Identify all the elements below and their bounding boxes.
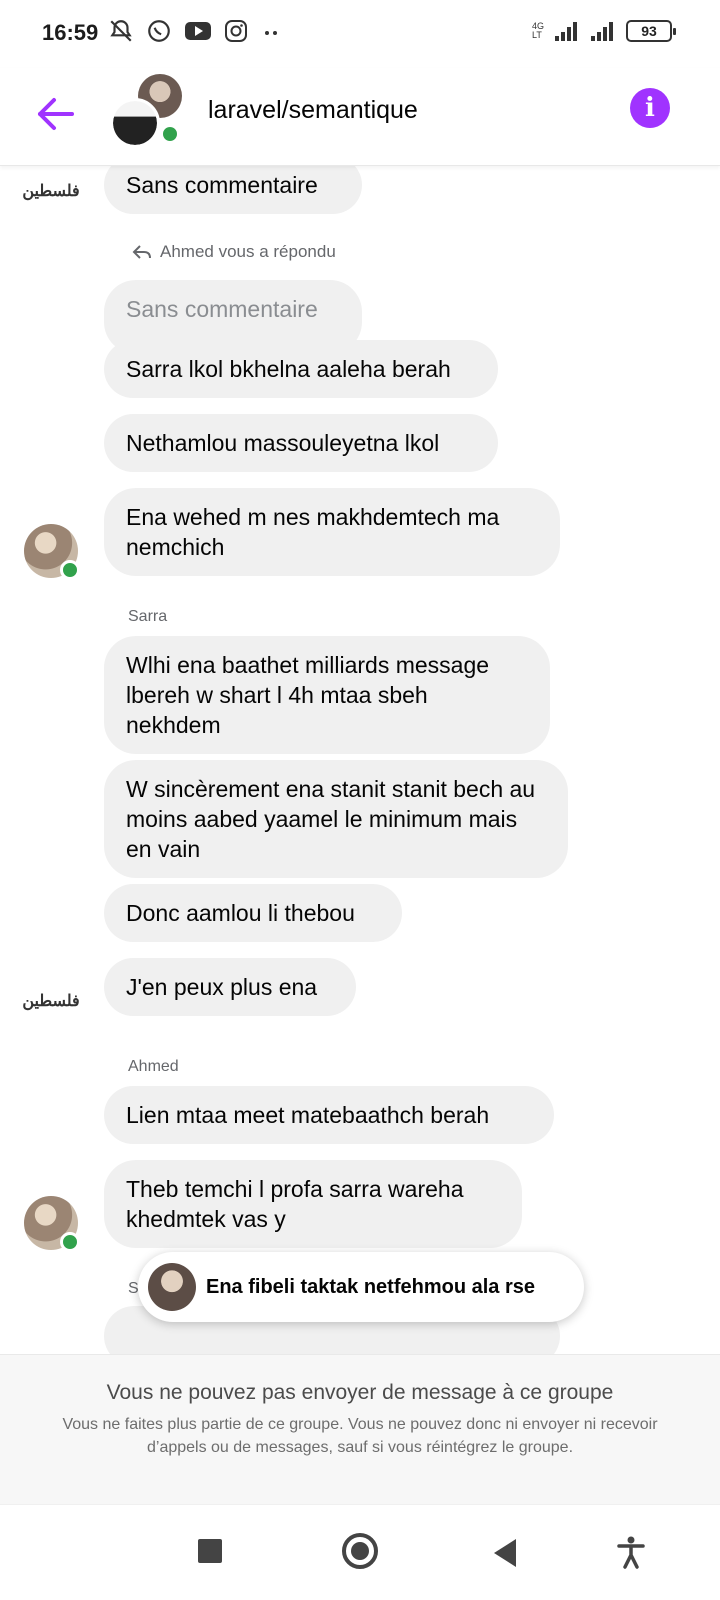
message-bubble[interactable]: W sincèrement ena stanit stanit bech au … (104, 760, 568, 878)
arrow-left-icon[interactable] (34, 92, 78, 136)
toast-avatar (148, 1263, 196, 1311)
group-member-photo-2 (110, 98, 160, 148)
notice-title: Vous ne pouvez pas envoyer de message à … (106, 1381, 614, 1404)
chat-header: laravel/semantique i (0, 68, 720, 166)
recent-apps-icon[interactable] (198, 1539, 222, 1563)
toast-text: Ena fibeli taktak netfehmou ala rse (206, 1275, 535, 1298)
status-bar: 16:59 4G LT 93 (0, 0, 720, 68)
message-bubble[interactable]: Sans commentaire (104, 166, 362, 214)
avatar[interactable] (24, 524, 80, 580)
battery-icon: 93 (626, 20, 676, 42)
message-bubble[interactable]: Donc aamlou li thebou (104, 884, 402, 942)
reply-note-text: Ahmed vous a répondu (160, 242, 336, 261)
reply-note: Ahmed vous a répondu (132, 242, 336, 262)
message-bubble[interactable]: J'en peux plus ena (104, 958, 356, 1016)
sender-name: Sarra (128, 608, 168, 625)
status-icons-right: 4G LT 93 (532, 20, 676, 42)
signal-icon (555, 22, 577, 41)
instagram-icon (225, 20, 247, 42)
network-label-bottom: LT (531, 30, 542, 40)
notifications-off-icon (110, 20, 132, 42)
message-bubble[interactable]: Theb temchi l profa sarra wareha khedmte… (104, 1160, 522, 1248)
online-indicator (60, 560, 80, 580)
system-nav-bar (0, 1504, 720, 1600)
message-bubble[interactable]: Sarra lkol bkhelna aaleha berah (104, 340, 498, 398)
group-left-notice: Vous ne pouvez pas envoyer de message à … (0, 1354, 720, 1504)
avatar[interactable]: فلسطين (22, 974, 81, 1028)
message-bubble[interactable]: Nethamlou massouleyetna lkol (104, 414, 498, 472)
network-type-label: 4G LT (532, 22, 544, 40)
message-bubble[interactable]: Wlhi ena baathet milliards message lbere… (104, 636, 550, 754)
status-time: 16:59 (42, 20, 99, 45)
youtube-icon (185, 22, 211, 40)
online-indicator (60, 1232, 80, 1252)
notice-body: Vous ne faites plus partie de ce groupe.… (62, 1416, 658, 1456)
back-icon[interactable] (494, 1539, 516, 1567)
sender-name: Ahmed (128, 1058, 179, 1075)
info-icon[interactable]: i (630, 88, 670, 128)
message-list[interactable]: فلسطين Sans commentaire Ahmed vous a rép… (0, 166, 720, 1354)
online-indicator (160, 124, 180, 144)
group-title[interactable]: laravel/semantique (208, 96, 418, 125)
message-bubble[interactable]: Ena wehed m nes makhdemtech ma nemchich (104, 488, 560, 576)
status-icons-left (108, 18, 284, 44)
signal-icon-2 (591, 22, 613, 41)
reply-icon (132, 245, 151, 259)
whatsapp-icon (148, 20, 170, 42)
accessibility-icon[interactable] (614, 1535, 648, 1569)
group-avatar[interactable] (110, 72, 186, 148)
avatar[interactable] (24, 1196, 80, 1252)
message-bubble[interactable]: Lien mtaa meet matebaathch berah (104, 1086, 554, 1144)
new-message-toast[interactable]: Ena fibeli taktak netfehmou ala rse (138, 1252, 584, 1322)
more-dots-icon (265, 31, 277, 35)
home-icon[interactable] (342, 1533, 378, 1569)
avatar[interactable]: فلسطين (22, 166, 81, 218)
